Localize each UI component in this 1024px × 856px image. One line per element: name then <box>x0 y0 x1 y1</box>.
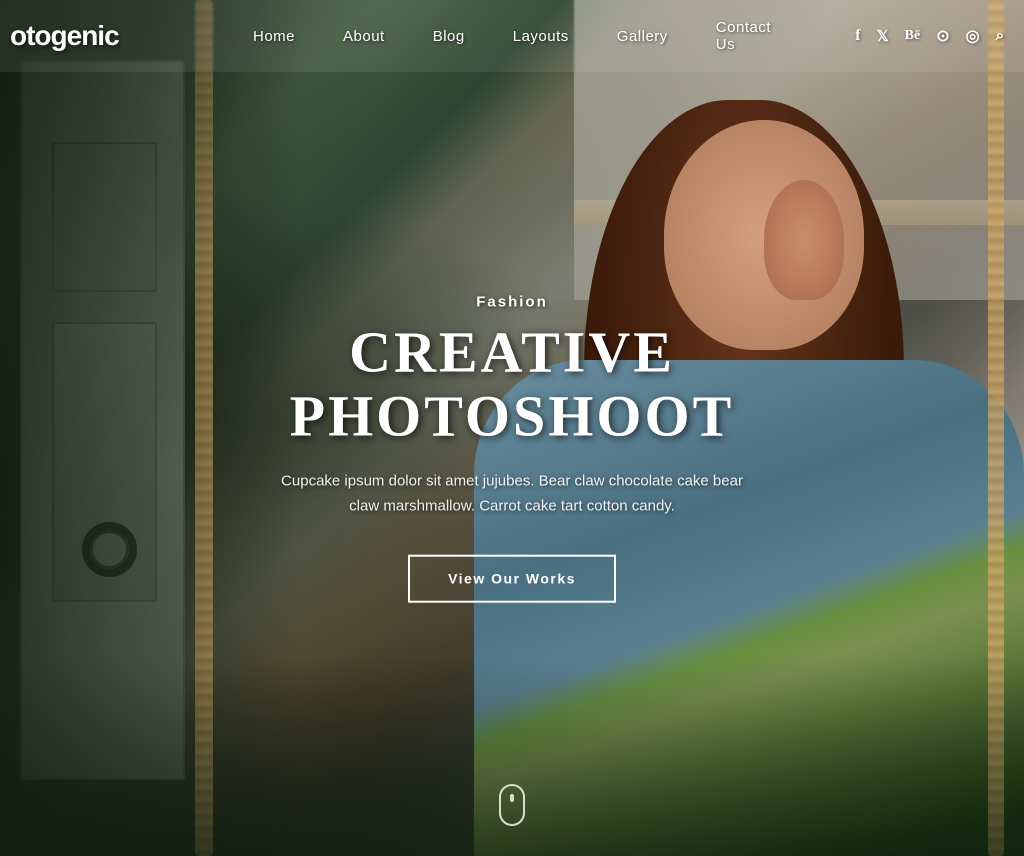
github-icon[interactable]: ⊙ <box>936 26 949 46</box>
instagram-icon[interactable]: ◎ <box>966 26 980 46</box>
hero-section: otogenic Home About Blog Layouts Gallery… <box>0 0 1024 856</box>
nav-link-home[interactable]: Home <box>253 28 295 45</box>
facebook-icon[interactable]: f <box>855 27 860 45</box>
search-icon[interactable]: ⌕ <box>996 27 1004 45</box>
model-neck <box>764 180 844 300</box>
nav-link-contact[interactable]: Contact Us <box>716 19 771 53</box>
nav-link-blog[interactable]: Blog <box>433 28 465 45</box>
hero-title: CREATIVE PHOTOSHOOT <box>212 321 812 449</box>
nav-link-layouts[interactable]: Layouts <box>513 28 569 45</box>
logo-text: otogenic <box>10 20 119 52</box>
scroll-mouse-icon <box>499 784 525 826</box>
scroll-indicator[interactable] <box>499 784 525 826</box>
scroll-dot <box>510 794 514 802</box>
hero-category: Fashion <box>212 294 812 311</box>
cta-button[interactable]: View Our Works <box>408 554 616 602</box>
navbar: otogenic Home About Blog Layouts Gallery… <box>0 0 1024 72</box>
twitter-icon[interactable]: 𝕏 <box>877 27 889 46</box>
bottom-overlay <box>0 656 1024 856</box>
hero-content: Fashion CREATIVE PHOTOSHOOT Cupcake ipsu… <box>212 294 812 603</box>
nav-social: f 𝕏 Bē ⊙ ◎ ⌕ <box>855 26 1004 46</box>
nav-links: Home About Blog Layouts Gallery Contact … <box>253 19 771 53</box>
nav-link-about[interactable]: About <box>343 28 385 45</box>
site-logo[interactable]: otogenic <box>0 20 119 52</box>
hero-description: Cupcake ipsum dolor sit amet jujubes. Be… <box>272 468 752 519</box>
nav-link-gallery[interactable]: Gallery <box>617 28 668 45</box>
behance-icon[interactable]: Bē <box>905 28 921 44</box>
